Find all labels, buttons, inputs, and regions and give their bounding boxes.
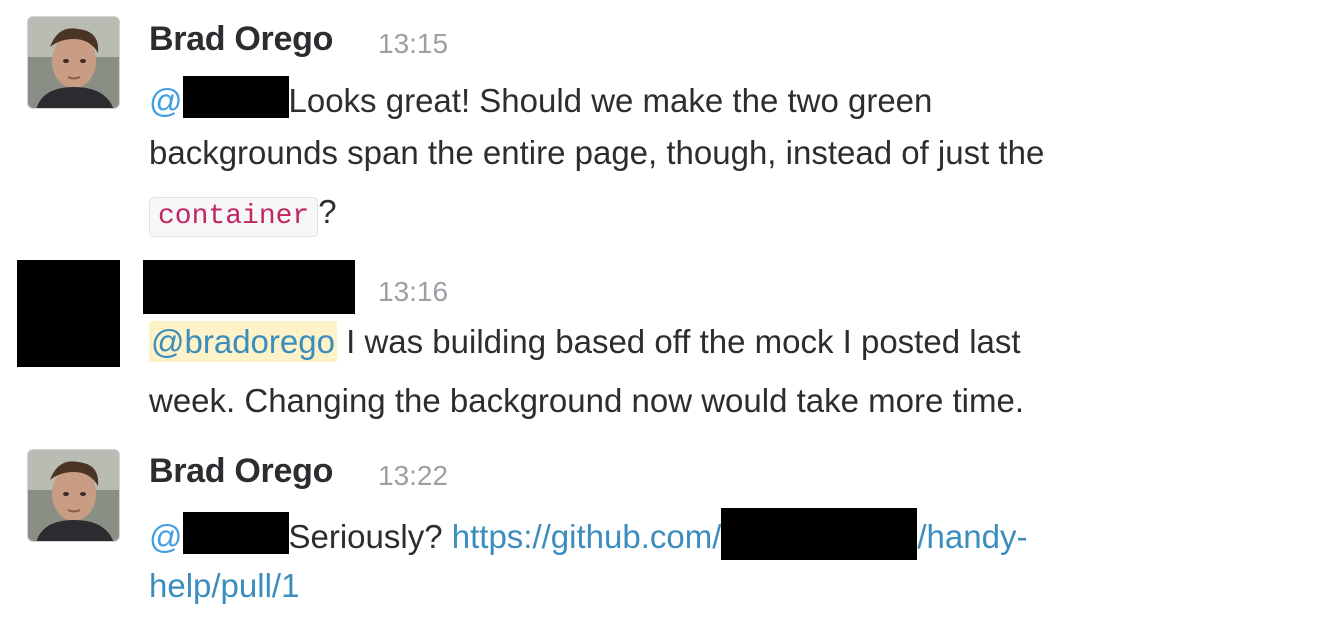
redacted-author-name[interactable] — [143, 260, 355, 314]
inline-code: container — [149, 197, 319, 237]
author-name[interactable]: Brad Orego — [149, 20, 333, 59]
github-link[interactable]: https://github.com//handy- — [452, 508, 1027, 560]
message-text: backgrounds span the entire page, though… — [149, 134, 1045, 171]
redacted-username — [182, 76, 289, 118]
redacted-username — [182, 512, 289, 554]
avatar[interactable] — [27, 16, 120, 109]
user-photo-icon — [28, 17, 119, 108]
timestamp[interactable]: 13:15 — [378, 28, 448, 60]
message-text: ? — [318, 193, 337, 230]
self-mention[interactable]: @bradorego — [149, 321, 337, 362]
message-3: Brad Orego 13:22 @ Seriously? https://git… — [0, 440, 1329, 636]
message-line: backgrounds span the entire page, though… — [149, 134, 1044, 172]
message-line: @ Seriously? https://github.com//handy- — [149, 508, 1027, 560]
message-line: @ Looks great! Should we make the two gre… — [149, 76, 932, 120]
avatar[interactable] — [27, 449, 120, 542]
author-name[interactable]: Brad Orego — [149, 452, 333, 491]
message-text: week. Changing the background now would … — [149, 382, 1024, 419]
user-mention[interactable]: @ — [149, 76, 289, 119]
message-line: help/pull/1 — [149, 567, 299, 605]
user-photo-icon — [28, 450, 119, 541]
redacted-repo-owner — [721, 508, 918, 560]
message-line: week. Changing the background now would … — [149, 382, 1024, 420]
user-mention[interactable]: @ — [149, 512, 289, 555]
message-line: @bradorego I was building based off the … — [149, 321, 1021, 362]
message-line: container? — [149, 193, 337, 237]
message-text: Looks great! Should we make the two gree… — [288, 82, 933, 119]
message-1: Brad Orego 13:15 @ Looks great! Should we… — [0, 0, 1329, 240]
message-text: Seriously? — [288, 518, 443, 555]
github-link-continued[interactable]: help/pull/1 — [149, 567, 299, 604]
redacted-avatar[interactable] — [17, 260, 120, 367]
message-2: 13:16 @bradorego I was building based of… — [0, 250, 1329, 430]
timestamp[interactable]: 13:22 — [378, 460, 448, 492]
message-text: I was building based off the mock I post… — [336, 323, 1021, 360]
timestamp[interactable]: 13:16 — [378, 276, 448, 308]
